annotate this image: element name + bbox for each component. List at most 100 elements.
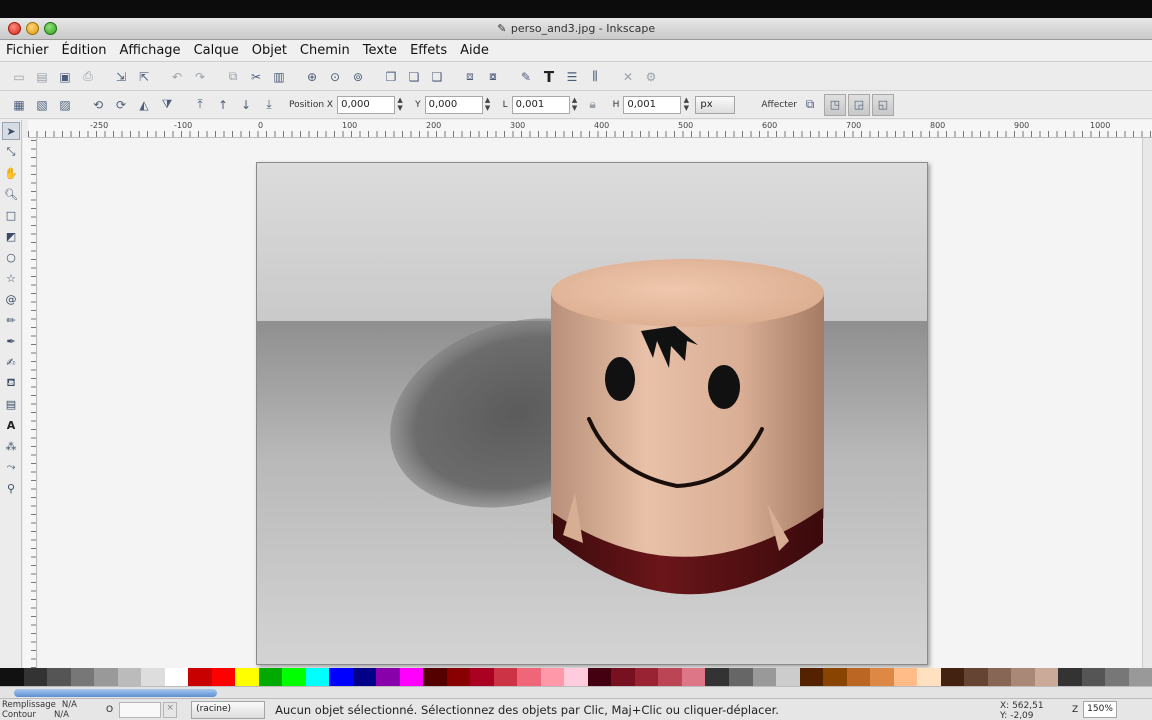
color-swatch[interactable] [611, 668, 635, 686]
unit-select[interactable]: px [695, 95, 736, 114]
ellipse-icon[interactable]: ○ [2, 248, 20, 266]
color-swatch[interactable] [776, 668, 800, 686]
height-spinbox[interactable]: 0,001 ▲ ▼ [623, 95, 691, 114]
calligraphy-icon[interactable]: ✍ [2, 353, 20, 371]
new-document-icon[interactable]: ▭ [10, 68, 28, 86]
color-swatch[interactable] [634, 668, 659, 686]
spray-icon[interactable]: ⁂ [2, 437, 20, 455]
color-swatch[interactable] [987, 668, 1012, 686]
ungroup-icon[interactable]: ⧇ [484, 68, 502, 86]
height-spin-arrows-icon[interactable]: ▲ ▼ [681, 96, 691, 114]
cut-icon[interactable]: ✂ [247, 68, 265, 86]
color-swatch[interactable] [893, 668, 918, 686]
vertical-scrollbar[interactable] [1142, 138, 1152, 668]
color-swatch[interactable] [564, 668, 588, 686]
fill-stroke-indicator[interactable]: Remplissage N/A Contour N/A [0, 700, 78, 720]
select-all-layers-icon[interactable]: ▧ [33, 96, 51, 114]
color-swatch[interactable] [117, 668, 142, 686]
print-icon[interactable]: ⎙ [79, 68, 97, 86]
selector-icon[interactable]: ➤ [2, 122, 20, 140]
text-font-icon[interactable]: T [540, 68, 558, 86]
color-swatch[interactable] [823, 668, 847, 686]
menu-calque[interactable]: Calque [194, 43, 239, 58]
imported-bitmap[interactable] [256, 162, 928, 665]
zoom-input[interactable]: 150% [1083, 701, 1118, 718]
color-swatch[interactable] [940, 668, 965, 686]
rotate-cw-icon[interactable]: ⟳ [112, 96, 130, 114]
tweak-icon[interactable]: ✋ [2, 164, 20, 182]
bucket-icon[interactable]: ⛾ [2, 374, 20, 392]
color-swatch[interactable] [799, 668, 824, 686]
color-swatch[interactable] [1034, 668, 1059, 686]
color-swatch[interactable] [282, 668, 306, 686]
color-swatch[interactable] [658, 668, 682, 686]
fill-stroke-icon[interactable]: ✎ [517, 68, 535, 86]
import-icon[interactable]: ⇲ [112, 68, 130, 86]
copy-icon[interactable]: ⧉ [224, 68, 242, 86]
color-swatch[interactable] [352, 668, 377, 686]
menu-affichage[interactable]: Affichage [119, 43, 180, 58]
opacity-reset-icon[interactable]: × [163, 701, 178, 718]
color-swatch[interactable] [752, 668, 777, 686]
paste-icon[interactable]: ▥ [270, 68, 288, 86]
color-swatch[interactable] [846, 668, 871, 686]
align-icon[interactable]: ⫼ [586, 68, 604, 86]
horizontal-scroll-thumb[interactable] [14, 689, 217, 697]
text-icon[interactable]: A [2, 416, 20, 434]
pen-icon[interactable]: ✒ [2, 332, 20, 350]
affect-gradients-toggle[interactable]: ◲ [847, 93, 870, 116]
pencil-icon[interactable]: ✏ [2, 311, 20, 329]
color-swatch[interactable] [94, 668, 118, 686]
clone-icon[interactable]: ❏ [405, 68, 423, 86]
xml-editor-icon[interactable]: ✕ [619, 68, 637, 86]
color-swatch[interactable] [258, 668, 283, 686]
color-swatch[interactable] [399, 668, 424, 686]
menu-objet[interactable]: Objet [252, 43, 287, 58]
lock-ratio-icon[interactable]: 🔒︎ [584, 96, 602, 114]
open-icon[interactable]: ▤ [33, 68, 51, 86]
affect-stroke-icon[interactable]: ⧉ [801, 96, 819, 114]
flip-vertical-icon[interactable]: ⧩ [158, 96, 176, 114]
menu-edition[interactable]: Édition [62, 43, 107, 58]
undo-icon[interactable]: ↶ [168, 68, 186, 86]
width-spin-arrows-icon[interactable]: ▲ ▼ [570, 96, 580, 114]
menu-fichier[interactable]: Fichier [6, 43, 49, 58]
color-swatch[interactable] [964, 668, 988, 686]
dropper-icon[interactable]: ⚲ [2, 479, 20, 497]
rectangle-icon[interactable]: □ [2, 206, 20, 224]
y-input[interactable]: 0,000 [424, 95, 483, 114]
flip-horizontal-icon[interactable]: ◭ [135, 96, 153, 114]
color-swatch[interactable] [705, 668, 729, 686]
star-icon[interactable]: ☆ [2, 269, 20, 287]
raise-to-top-icon[interactable]: ⤒ [191, 96, 209, 114]
group-icon[interactable]: ⧈ [461, 68, 479, 86]
color-swatch[interactable] [1105, 668, 1129, 686]
width-spinbox[interactable]: 0,001 ▲ ▼ [511, 95, 580, 114]
select-all-icon[interactable]: ▦ [10, 96, 28, 114]
save-icon[interactable]: ▣ [56, 68, 74, 86]
current-layer-select[interactable]: (racine) [191, 700, 266, 719]
color-swatch[interactable] [23, 668, 48, 686]
color-swatch[interactable] [305, 668, 330, 686]
deselect-icon[interactable]: ▨ [56, 96, 74, 114]
color-swatch[interactable] [329, 668, 353, 686]
layers-icon[interactable]: ☰ [563, 68, 581, 86]
color-swatch[interactable] [681, 668, 706, 686]
unlink-clone-icon[interactable]: ❑ [428, 68, 446, 86]
menu-effets[interactable]: Effets [410, 43, 447, 58]
horizontal-ruler[interactable]: -250 -100 0 100 200 300 400 500 600 700 … [28, 120, 1152, 138]
zoom-selection-icon[interactable]: ⊕ [303, 68, 321, 86]
color-swatch[interactable] [587, 668, 612, 686]
export-icon[interactable]: ⇱ [135, 68, 153, 86]
color-swatch[interactable] [540, 668, 565, 686]
x-spinbox[interactable]: 0,000 ▲ ▼ [337, 95, 405, 114]
x-input[interactable]: 0,000 [337, 95, 396, 114]
color-swatch[interactable] [446, 668, 471, 686]
vertical-ruler[interactable] [23, 138, 37, 668]
lower-to-bottom-icon[interactable]: ⤓ [260, 96, 278, 114]
color-swatch[interactable] [470, 668, 494, 686]
color-swatch[interactable] [728, 668, 753, 686]
y-spin-arrows-icon[interactable]: ▲ ▼ [483, 96, 493, 114]
color-swatch[interactable] [0, 668, 24, 686]
color-swatch[interactable] [1058, 668, 1082, 686]
